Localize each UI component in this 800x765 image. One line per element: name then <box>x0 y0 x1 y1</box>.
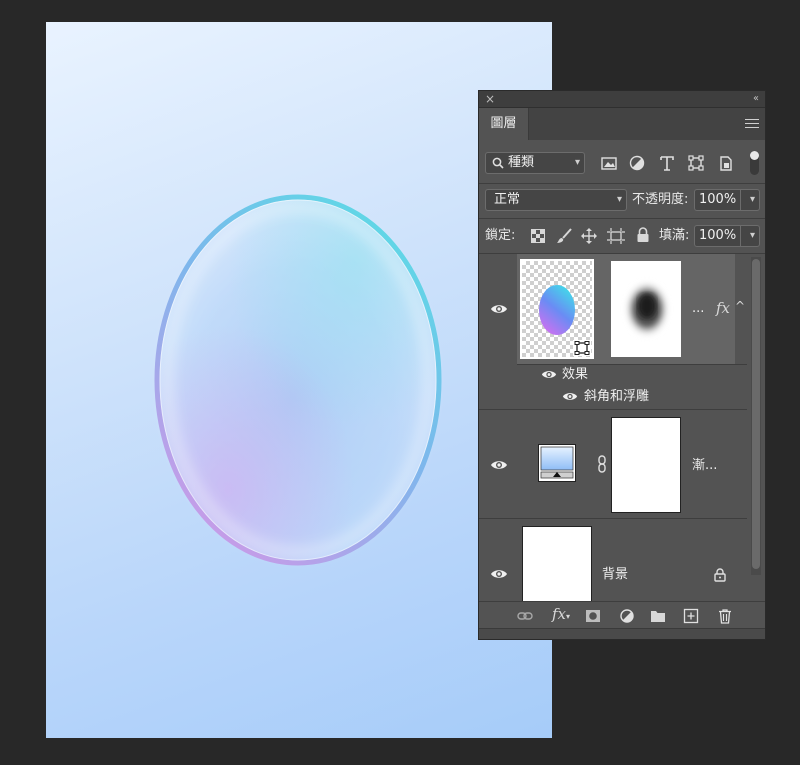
mask-preview <box>625 281 669 337</box>
chevron-up-icon[interactable]: ^ <box>735 298 745 314</box>
blend-mode-label: 正常 <box>494 192 521 207</box>
fill-input[interactable]: 100% ▾ <box>694 225 760 247</box>
new-layer-icon[interactable] <box>683 608 699 624</box>
layer-mask-thumbnail[interactable] <box>611 261 681 357</box>
layer-row[interactable]: 漸... <box>479 411 747 519</box>
effects-row[interactable]: 效果 <box>517 364 747 387</box>
adjustment-icon[interactable] <box>619 608 635 624</box>
layers-scrollbar[interactable] <box>751 257 761 575</box>
layer-filter-row: 種類 ▾ <box>479 149 765 179</box>
type-filter-icon[interactable] <box>658 154 676 172</box>
panel-menu-icon[interactable] <box>745 116 759 130</box>
layers-list: ... fx ^ 效果 斜角和浮雕 漸... 背景 <box>479 254 747 601</box>
tab-layers[interactable]: 圖層 <box>479 108 529 140</box>
fill-value: 100% <box>699 228 737 243</box>
eye-icon[interactable] <box>490 568 508 580</box>
link-icon[interactable] <box>517 608 533 624</box>
opacity-label: 不透明度: <box>632 192 689 207</box>
fill-label: 填滿: <box>659 228 690 243</box>
document-canvas[interactable] <box>46 22 552 738</box>
eye-icon[interactable] <box>562 391 578 402</box>
layer-thumbnail[interactable] <box>522 526 592 601</box>
mask-icon[interactable] <box>585 608 601 624</box>
search-icon <box>492 157 504 169</box>
image-filter-icon[interactable] <box>600 154 618 172</box>
filter-kind-select[interactable]: 種類 ▾ <box>485 152 585 174</box>
lock-row: 鎖定: 填滿: 100% ▾ <box>479 223 765 249</box>
move-icon[interactable] <box>581 228 597 244</box>
effects-label: 效果 <box>562 367 589 382</box>
chevron-down-icon: ▾ <box>574 157 580 168</box>
panel-header-bar: × ‹‹ <box>479 91 765 108</box>
eye-icon[interactable] <box>541 369 557 380</box>
brush-icon[interactable] <box>556 228 572 244</box>
link-chain-icon[interactable] <box>597 455 607 473</box>
folder-icon[interactable] <box>650 608 666 624</box>
layers-panel: × ‹‹ 圖層 種類 ▾ 正常 ▾ 不透明度: 100% ▾ 鎖定: 填滿: 1… <box>478 90 766 640</box>
adjustment-filter-icon[interactable] <box>628 154 646 172</box>
chevron-down-icon[interactable]: ▾ <box>750 226 755 246</box>
filter-kind-label: 種類 <box>508 155 535 170</box>
chevron-down-icon[interactable]: ▾ <box>750 190 755 210</box>
fx-icon[interactable]: fx▾ <box>552 605 570 623</box>
close-icon[interactable]: × <box>485 91 495 107</box>
shape-filter-icon[interactable] <box>687 154 705 172</box>
artboard-icon[interactable] <box>607 228 625 244</box>
eye-icon[interactable] <box>490 459 508 471</box>
smart-object-badge-icon <box>573 340 591 356</box>
layer-mask-thumbnail[interactable] <box>611 417 681 513</box>
lock-label: 鎖定: <box>485 228 516 243</box>
scrollbar-thumb[interactable] <box>752 259 760 569</box>
trash-icon[interactable] <box>717 608 733 624</box>
blend-mode-select[interactable]: 正常 ▾ <box>485 189 627 211</box>
panel-tabs: 圖層 <box>479 108 765 140</box>
lock-icon[interactable] <box>636 227 650 243</box>
smart-object-filter-icon[interactable] <box>717 154 735 172</box>
opacity-value: 100% <box>699 192 737 207</box>
layer-row[interactable]: 背景 <box>479 520 747 601</box>
layers-bottom-toolbar: fx▾ <box>479 601 765 630</box>
fx-badge-icon[interactable]: fx <box>716 300 730 316</box>
glass-bubble <box>154 194 442 566</box>
effect-item-label: 斜角和浮雕 <box>584 389 650 404</box>
layer-thumbnail[interactable] <box>520 259 594 359</box>
collapse-icon[interactable]: ‹‹ <box>753 91 759 107</box>
effect-item-row[interactable]: 斜角和浮雕 <box>517 386 747 408</box>
opacity-input[interactable]: 100% ▾ <box>694 189 760 211</box>
layer-row[interactable]: ... fx ^ 效果 斜角和浮雕 <box>479 254 747 410</box>
panel-resize-grip[interactable] <box>479 628 765 639</box>
eye-icon[interactable] <box>490 303 508 315</box>
chevron-down-icon: ▾ <box>616 194 622 205</box>
layer-name[interactable]: 背景 <box>602 567 628 583</box>
lock-transparent-pixels-icon[interactable] <box>531 229 545 243</box>
filter-toggle[interactable] <box>750 151 759 175</box>
layer-name[interactable]: ... <box>692 301 704 317</box>
lock-icon[interactable] <box>714 568 726 582</box>
blend-row: 正常 ▾ 不透明度: 100% ▾ <box>479 187 765 213</box>
gradient-fill-thumbnail-icon[interactable] <box>538 444 576 482</box>
layer-name[interactable]: 漸... <box>692 458 717 474</box>
